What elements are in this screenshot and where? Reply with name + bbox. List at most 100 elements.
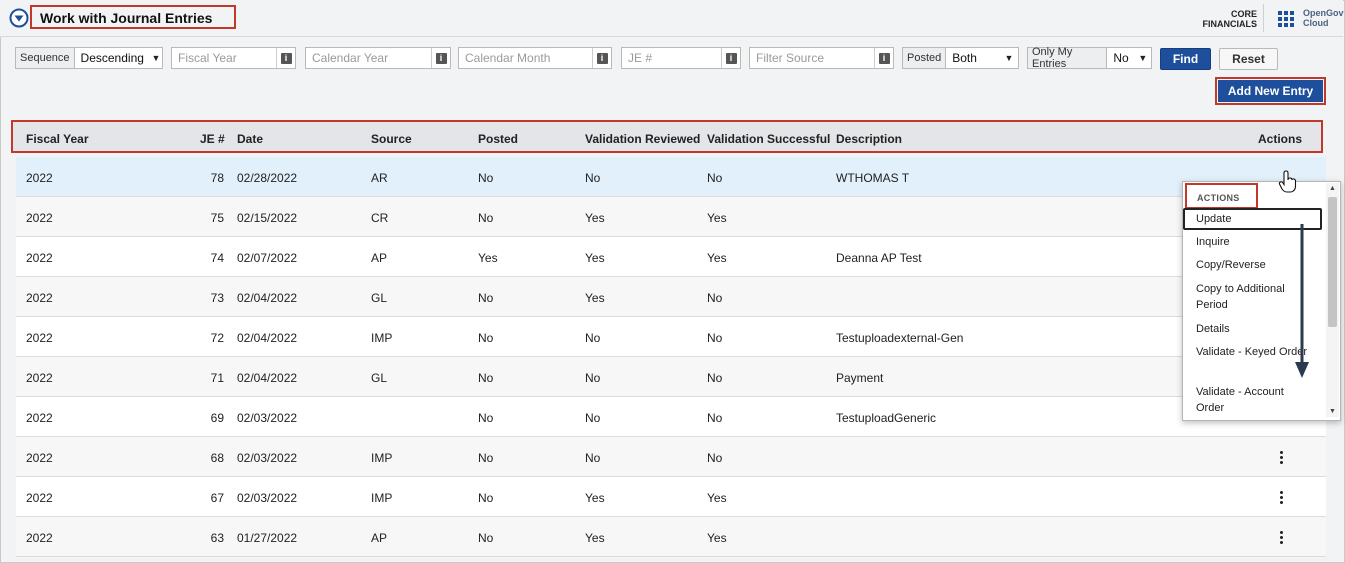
je-number-input[interactable] <box>622 48 721 68</box>
column-header-je-number[interactable]: JE # <box>200 132 225 146</box>
cell-fiscal-year: 2022 <box>26 451 53 465</box>
row-actions-kebab-icon[interactable] <box>1276 529 1286 545</box>
add-entry-highlight: Add New Entry <box>1215 77 1326 105</box>
cell-fiscal-year: 2022 <box>26 291 53 305</box>
cell-date: 02/04/2022 <box>237 371 298 385</box>
sequence-select[interactable]: Sequence Descending ▼ <box>15 47 163 69</box>
cell-je-number: 68 <box>210 451 224 465</box>
app-grid-icon[interactable] <box>1278 11 1296 29</box>
info-icon[interactable]: i <box>592 48 611 68</box>
column-header-fiscal-year[interactable]: Fiscal Year <box>26 132 89 146</box>
cell-validation-reviewed: Yes <box>585 531 605 545</box>
cell-validation-successful: No <box>707 411 723 425</box>
cell-validation-reviewed: No <box>585 411 601 425</box>
table-row[interactable]: 2022 75 02/15/2022 CR No Yes Yes <box>16 197 1326 237</box>
info-icon[interactable]: i <box>431 48 450 68</box>
cell-fiscal-year: 2022 <box>26 171 53 185</box>
cell-date: 02/03/2022 <box>237 491 298 505</box>
menu-scrollbar[interactable]: ▲ ▼ <box>1326 183 1339 417</box>
brand-line-1: OpenGov <box>1303 8 1344 18</box>
calendar-month-filter: i <box>458 47 612 69</box>
cell-validation-successful: No <box>707 451 723 465</box>
table-row[interactable]: 2022 71 02/04/2022 GL No No No Payment <box>16 357 1326 397</box>
cell-source: AP <box>371 531 388 545</box>
table-row[interactable]: 2022 74 02/07/2022 AP Yes Yes Yes Deanna AP Tes… <box>16 237 1326 277</box>
cell-fiscal-year: 2022 <box>26 411 53 425</box>
product-name: CORE FINANCIALS <box>1203 9 1258 29</box>
cell-description: Deanna AP Test <box>836 251 922 265</box>
calendar-year-input[interactable] <box>306 48 431 68</box>
cell-posted: No <box>478 291 494 305</box>
cell-posted: Yes <box>478 251 498 265</box>
only-my-entries-select[interactable]: Only My Entries No ▼ <box>1027 46 1152 70</box>
cell-validation-successful: Yes <box>707 211 727 225</box>
column-header-description[interactable]: Description <box>836 132 902 146</box>
column-header-actions: Actions <box>1258 132 1303 146</box>
collapse-nav-icon[interactable] <box>9 8 29 28</box>
cell-validation-successful: Yes <box>707 251 727 265</box>
column-header-date[interactable]: Date <box>237 132 263 146</box>
scroll-up-icon[interactable]: ▲ <box>1326 185 1339 192</box>
cell-je-number: 72 <box>210 331 224 345</box>
table-row[interactable]: 2022 78 02/28/2022 AR No No No WTHOMAS T <box>16 157 1326 197</box>
cell-validation-reviewed: No <box>585 371 601 385</box>
info-icon[interactable]: i <box>721 48 740 68</box>
row-actions-kebab-icon[interactable] <box>1276 489 1286 505</box>
cell-posted: No <box>478 531 494 545</box>
cell-date: 01/27/2022 <box>237 531 298 545</box>
table-row[interactable]: 2022 72 02/04/2022 IMP No No No Testuploadexter… <box>16 317 1326 357</box>
cell-validation-successful: Yes <box>707 531 727 545</box>
cell-source: GL <box>371 371 388 385</box>
table-row[interactable]: 2022 67 02/03/2022 IMP No Yes Yes <box>16 477 1326 517</box>
fiscal-year-input[interactable] <box>172 48 276 68</box>
table-row[interactable]: 2022 63 01/27/2022 AP No Yes Yes <box>16 517 1326 557</box>
info-icon[interactable]: i <box>874 48 893 68</box>
cell-validation-reviewed: No <box>585 171 601 185</box>
chevron-down-icon: ▼ <box>151 53 161 63</box>
cell-posted: No <box>478 411 494 425</box>
only-my-entries-label: Only My Entries <box>1028 46 1108 70</box>
cell-source: AR <box>371 171 388 185</box>
cell-date: 02/07/2022 <box>237 251 298 265</box>
calendar-month-input[interactable] <box>459 48 592 68</box>
cell-fiscal-year: 2022 <box>26 491 53 505</box>
hand-cursor-icon <box>1278 170 1297 193</box>
row-actions-kebab-icon[interactable] <box>1276 449 1286 465</box>
cell-je-number: 78 <box>210 171 224 185</box>
only-my-entries-value: No <box>1113 51 1129 65</box>
sequence-label: Sequence <box>16 48 75 68</box>
table-row[interactable]: 2022 69 02/03/2022 No No No TestuploadGeneric <box>16 397 1326 437</box>
cell-posted: No <box>478 451 494 465</box>
cell-source: AP <box>371 251 388 265</box>
cell-validation-successful: No <box>707 291 723 305</box>
brand-line-2: Cloud <box>1303 18 1329 28</box>
find-button[interactable]: Find <box>1160 48 1211 70</box>
table-row[interactable]: 2022 68 02/03/2022 IMP No No No <box>16 437 1326 477</box>
page-title-highlight: Work with Journal Entries <box>30 5 236 29</box>
sequence-value: Descending <box>80 51 144 65</box>
cell-fiscal-year: 2022 <box>26 371 53 385</box>
cell-date: 02/04/2022 <box>237 291 298 305</box>
column-header-posted[interactable]: Posted <box>478 132 518 146</box>
menu-item-validate-account[interactable]: Validate - Account Order <box>1196 384 1308 416</box>
cell-fiscal-year: 2022 <box>26 531 53 545</box>
cell-description: Testuploadexternal-Gen <box>836 331 964 345</box>
scroll-thumb[interactable] <box>1328 197 1337 327</box>
fiscal-year-filter: i <box>171 47 296 69</box>
info-icon[interactable]: i <box>276 48 295 68</box>
cell-posted: No <box>478 331 494 345</box>
column-header-validation-reviewed[interactable]: Validation Reviewed <box>585 132 700 146</box>
posted-select[interactable]: Posted Both ▼ <box>902 47 1019 69</box>
scroll-down-icon[interactable]: ▼ <box>1326 408 1339 415</box>
column-header-source[interactable]: Source <box>371 132 412 146</box>
cell-source: IMP <box>371 331 393 345</box>
reset-button[interactable]: Reset <box>1219 48 1278 70</box>
cell-date: 02/28/2022 <box>237 171 298 185</box>
add-new-entry-button[interactable]: Add New Entry <box>1218 80 1323 102</box>
cell-validation-reviewed: Yes <box>585 211 605 225</box>
cell-validation-successful: Yes <box>707 491 727 505</box>
column-header-validation-successful[interactable]: Validation Successful <box>707 132 830 146</box>
cell-fiscal-year: 2022 <box>26 251 53 265</box>
source-input[interactable] <box>750 48 874 68</box>
table-row[interactable]: 2022 73 02/04/2022 GL No Yes No <box>16 277 1326 317</box>
